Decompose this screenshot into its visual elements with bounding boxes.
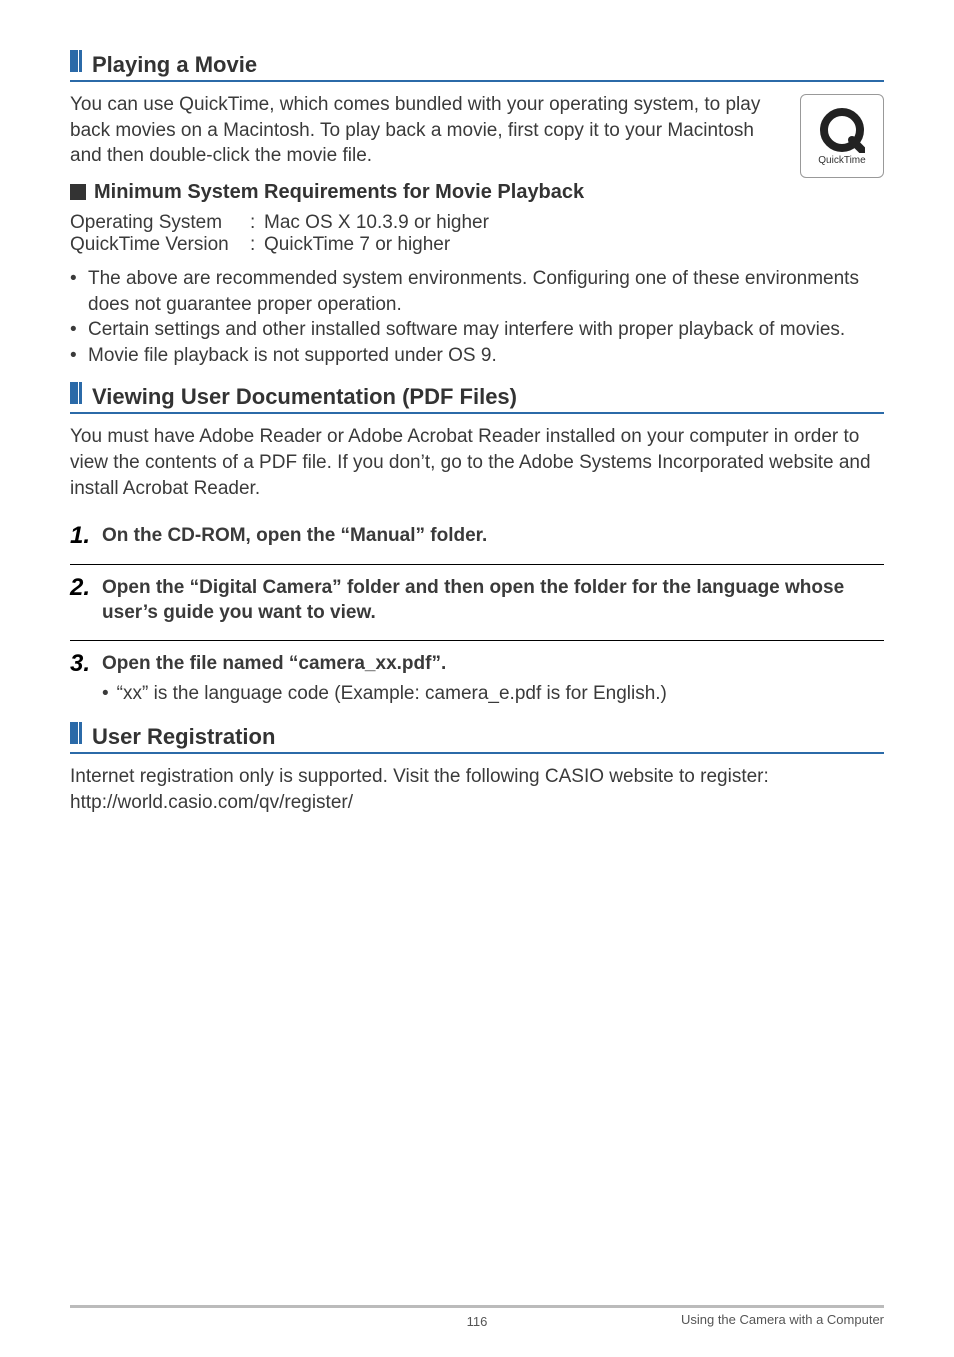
section-title: User Registration <box>92 724 275 750</box>
spec-label: QuickTime Version <box>70 234 250 256</box>
bullet-dot: • <box>70 266 80 317</box>
step-number: 3. <box>70 651 90 706</box>
list-item: •The above are recommended system enviro… <box>70 266 884 317</box>
playing-bullets: •The above are recommended system enviro… <box>70 266 884 369</box>
bar-thick <box>70 50 78 72</box>
step-sub: • “xx” is the language code (Example: ca… <box>102 681 667 707</box>
bullet-text: The above are recommended system environ… <box>88 266 884 317</box>
section-title: Viewing User Documentation (PDF Files) <box>92 384 517 410</box>
step-text: Open the file named “camera_xx.pdf”. <box>102 653 446 674</box>
step-number: 1. <box>70 523 90 549</box>
bullet-dot: • <box>102 681 109 707</box>
spec-table: Operating System : Mac OS X 10.3.9 or hi… <box>70 212 884 256</box>
user-reg-text: Internet registration only is supported.… <box>70 764 884 815</box>
section-header-user-reg: User Registration <box>70 722 884 754</box>
step-sub-text: “xx” is the language code (Example: came… <box>117 681 667 707</box>
spec-value: QuickTime 7 or higher <box>264 234 450 256</box>
sub-heading-row: Minimum System Requirements for Movie Pl… <box>70 181 785 204</box>
playing-intro-row: You can use QuickTime, which comes bundl… <box>70 92 884 212</box>
step-1: 1. On the CD-ROM, open the “Manual” fold… <box>70 513 884 564</box>
page-number: 116 <box>467 1314 488 1329</box>
viewing-intro: You must have Adobe Reader or Adobe Acro… <box>70 424 884 501</box>
step-2: 2. Open the “Digital Camera” folder and … <box>70 565 884 641</box>
bullet-text: Movie file playback is not supported und… <box>88 343 497 369</box>
page-footer: 116 Using the Camera with a Computer <box>70 1305 884 1327</box>
section-marks <box>70 722 82 744</box>
bullet-dot: • <box>70 343 80 369</box>
section-title: Playing a Movie <box>92 52 257 78</box>
bar-thin <box>79 382 82 404</box>
list-item: • Certain settings and other installed so… <box>70 317 884 343</box>
footer-right: Using the Camera with a Computer <box>681 1312 884 1327</box>
bar-thin <box>79 50 82 72</box>
bullet-text: Certain settings and other installed sof… <box>88 317 845 343</box>
list-item: • Movie file playback is not supported un… <box>70 343 884 369</box>
bar-thick <box>70 382 78 404</box>
spec-colon: : <box>250 234 264 256</box>
step-number: 2. <box>70 575 90 626</box>
spec-row-qt: QuickTime Version : QuickTime 7 or highe… <box>70 234 884 256</box>
quicktime-caption: QuickTime <box>818 155 865 166</box>
step-text: On the CD-ROM, open the “Manual” folder. <box>102 523 487 549</box>
spec-colon: : <box>250 212 264 234</box>
section-header-playing: Playing a Movie <box>70 50 884 82</box>
sub-heading: Minimum System Requirements for Movie Pl… <box>94 181 584 204</box>
step-body: Open the file named “camera_xx.pdf”. • “… <box>102 651 667 706</box>
quicktime-icon-box: QuickTime <box>800 94 884 178</box>
bar-thick <box>70 722 78 744</box>
square-bullet-icon <box>70 184 86 200</box>
spec-row-os: Operating System : Mac OS X 10.3.9 or hi… <box>70 212 884 234</box>
step-text: Open the “Digital Camera” folder and the… <box>102 575 884 626</box>
bar-thin <box>79 722 82 744</box>
section-marks <box>70 50 82 72</box>
step-3: 3. Open the file named “camera_xx.pdf”. … <box>70 641 884 712</box>
quicktime-icon <box>819 107 865 153</box>
bullet-dot: • <box>70 317 80 343</box>
section-header-viewing: Viewing User Documentation (PDF Files) <box>70 382 884 414</box>
playing-intro: You can use QuickTime, which comes bundl… <box>70 92 785 169</box>
spec-value: Mac OS X 10.3.9 or higher <box>264 212 489 234</box>
spec-label: Operating System <box>70 212 250 234</box>
section-marks <box>70 382 82 404</box>
